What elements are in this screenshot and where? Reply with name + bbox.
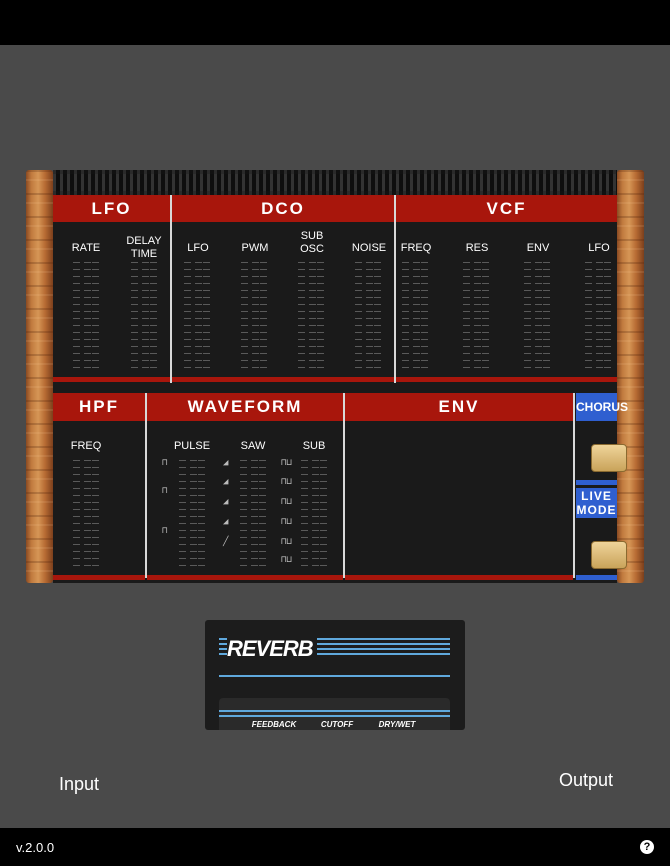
dco-noise-label: NOISE <box>351 242 387 254</box>
pulse-shape-icon: ⊓ <box>162 486 168 496</box>
sub-shape-icon: ⊓⊔ <box>281 517 292 527</box>
pulse-shape-icon: ⊓ <box>162 526 168 536</box>
saw-shape-icon: ◢ <box>223 458 229 468</box>
hpf-freq-label: FREQ <box>70 440 102 452</box>
left-wood-cheek <box>26 170 53 583</box>
saw-shape-icon: ◢ <box>223 497 229 507</box>
waveform-pulse-label: PULSE <box>173 440 211 452</box>
env-section: ENV <box>345 393 573 583</box>
dco-footer <box>172 377 394 382</box>
reverb-dry-wet-label[interactable]: DRY/WET <box>379 720 416 729</box>
dco-section: DCO LFO PWM SUB OSC NOISE <box>172 195 394 383</box>
dco-lfo-slider[interactable] <box>184 262 212 370</box>
waveform-sub-slider[interactable] <box>301 460 329 568</box>
lfo-delay-time-label: DELAY TIME <box>126 235 162 260</box>
lfo-section: LFO RATE DELAY TIME <box>53 195 170 383</box>
vcf-res-slider[interactable] <box>463 262 491 370</box>
chorus-button[interactable] <box>591 444 627 472</box>
waveform-footer <box>147 575 343 580</box>
bottom-bar: v.2.0.0 ? <box>0 828 670 866</box>
sub-shape-icon: ⊓⊔ <box>281 477 292 487</box>
dco-noise-slider[interactable] <box>355 262 383 370</box>
top-bar <box>0 0 670 45</box>
right-wood-cheek <box>617 170 644 583</box>
waveform-sub-label: SUB <box>302 440 326 452</box>
saw-shape-icon: ╱ <box>223 537 229 547</box>
chorus-title: CHORUS <box>576 393 628 421</box>
lfo-rate-label: RATE <box>71 242 101 254</box>
output-label[interactable]: Output <box>559 770 613 791</box>
sub-shape-icon: ⊓⊔ <box>281 497 292 507</box>
dco-sub-osc-slider[interactable] <box>298 262 326 370</box>
version-label: v.2.0.0 <box>16 840 55 855</box>
waveform-title: WAVEFORM <box>147 393 343 421</box>
hpf-section: HPF FREQ <box>53 393 145 583</box>
live-mode-title: LIVE MODE <box>576 488 617 518</box>
saw-shape-icon: ◢ <box>223 517 229 527</box>
vcf-section: VCF FREQ RES ENV LFO <box>396 195 617 383</box>
lfo-footer <box>53 377 170 382</box>
reverb-unit: REVERB FEEDBACK CUTOFF DRY/WET <box>205 620 465 730</box>
env-title: ENV <box>345 393 573 421</box>
sub-shape-icon: ⊓⊔ <box>281 555 292 565</box>
synth-panel: LFO RATE DELAY TIME DCO LFO PWM SUB OSC … <box>26 170 644 583</box>
speaker-grille <box>53 170 617 195</box>
vcf-res-label: RES <box>465 242 489 254</box>
waveform-saw-label: SAW <box>240 440 266 452</box>
dco-title: DCO <box>172 195 394 222</box>
pulse-shape-icon: ⊓ <box>162 458 168 468</box>
divider <box>573 393 575 578</box>
reverb-stripes <box>219 675 450 680</box>
live-mode-button[interactable] <box>591 541 627 569</box>
waveform-saw-slider[interactable] <box>240 460 268 568</box>
dco-lfo-label: LFO <box>187 242 209 254</box>
vcf-freq-slider[interactable] <box>402 262 430 370</box>
vcf-lfo-label: LFO <box>588 242 610 254</box>
control-panel: LFO RATE DELAY TIME DCO LFO PWM SUB OSC … <box>53 170 628 583</box>
sub-shape-icon: ⊓⊔ <box>281 537 292 547</box>
vcf-freq-label: FREQ <box>400 242 432 254</box>
vcf-footer <box>396 377 617 382</box>
lfo-rate-slider[interactable] <box>73 262 101 370</box>
dco-pwm-label: PWM <box>241 242 269 254</box>
dco-pwm-slider[interactable] <box>241 262 269 370</box>
live-mode-bar <box>576 575 617 580</box>
env-footer <box>345 575 573 580</box>
waveform-pulse-slider[interactable] <box>179 460 207 568</box>
saw-shape-icon: ◢ <box>223 477 229 487</box>
lfo-title: LFO <box>53 195 170 222</box>
help-icon[interactable]: ? <box>640 840 654 854</box>
hpf-freq-slider[interactable] <box>73 460 101 568</box>
vcf-lfo-slider[interactable] <box>585 262 613 370</box>
vcf-title: VCF <box>396 195 617 222</box>
reverb-stripes <box>219 710 450 720</box>
dco-sub-osc-label: SUB OSC <box>300 230 324 255</box>
hpf-title: HPF <box>53 393 145 421</box>
vcf-env-label: ENV <box>526 242 550 254</box>
hpf-footer <box>53 575 145 580</box>
chorus-bar <box>576 480 617 485</box>
reverb-title: REVERB <box>227 636 317 662</box>
input-label[interactable]: Input <box>59 774 99 795</box>
waveform-section: WAVEFORM PULSE SAW SUB ⊓ ⊓ ⊓ ◢ ◢ ◢ ◢ ╱ ⊓… <box>147 393 343 583</box>
reverb-feedback-label[interactable]: FEEDBACK <box>252 720 296 729</box>
reverb-cutoff-label[interactable]: CUTOFF <box>321 720 353 729</box>
vcf-env-slider[interactable] <box>524 262 552 370</box>
sub-shape-icon: ⊓⊔ <box>281 458 292 468</box>
lfo-delay-time-slider[interactable] <box>131 262 159 370</box>
